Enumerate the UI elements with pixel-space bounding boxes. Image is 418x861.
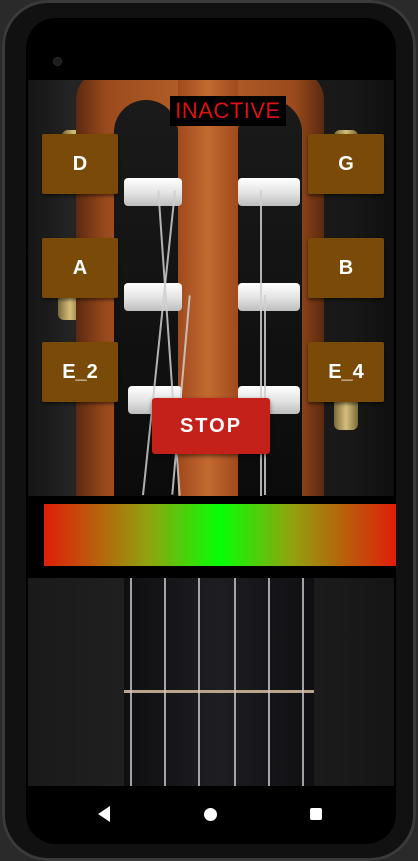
phone-frame: INACTIVE D A E_2 G B E_4 STOP — [2, 0, 416, 861]
tuning-meter — [44, 504, 396, 566]
fretboard-string — [234, 578, 236, 786]
fretboard-image — [28, 578, 394, 786]
fretboard-string — [198, 578, 200, 786]
home-icon[interactable] — [204, 808, 217, 821]
recents-icon[interactable] — [310, 808, 322, 820]
fretboard — [124, 578, 314, 786]
string-button-e4[interactable]: E_4 — [308, 342, 384, 402]
string-roller — [238, 178, 300, 206]
string-button-b[interactable]: B — [308, 238, 384, 298]
string-roller — [238, 283, 300, 311]
screen: INACTIVE D A E_2 G B E_4 STOP — [26, 18, 396, 844]
guitar-string — [264, 295, 266, 495]
system-navigation-bar — [26, 786, 396, 844]
stop-button[interactable]: STOP — [152, 398, 270, 454]
fretboard-string — [130, 578, 132, 786]
fretboard-string — [268, 578, 270, 786]
front-camera — [54, 58, 61, 65]
string-button-d[interactable]: D — [42, 134, 118, 194]
back-icon[interactable] — [98, 806, 110, 822]
string-button-g[interactable]: G — [308, 134, 384, 194]
string-roller — [124, 283, 182, 311]
fret — [124, 690, 314, 693]
string-button-e2[interactable]: E_2 — [42, 342, 118, 402]
tuner-status-label: INACTIVE — [170, 96, 286, 126]
fretboard-string — [302, 578, 304, 786]
string-button-a[interactable]: A — [42, 238, 118, 298]
fretboard-string — [164, 578, 166, 786]
